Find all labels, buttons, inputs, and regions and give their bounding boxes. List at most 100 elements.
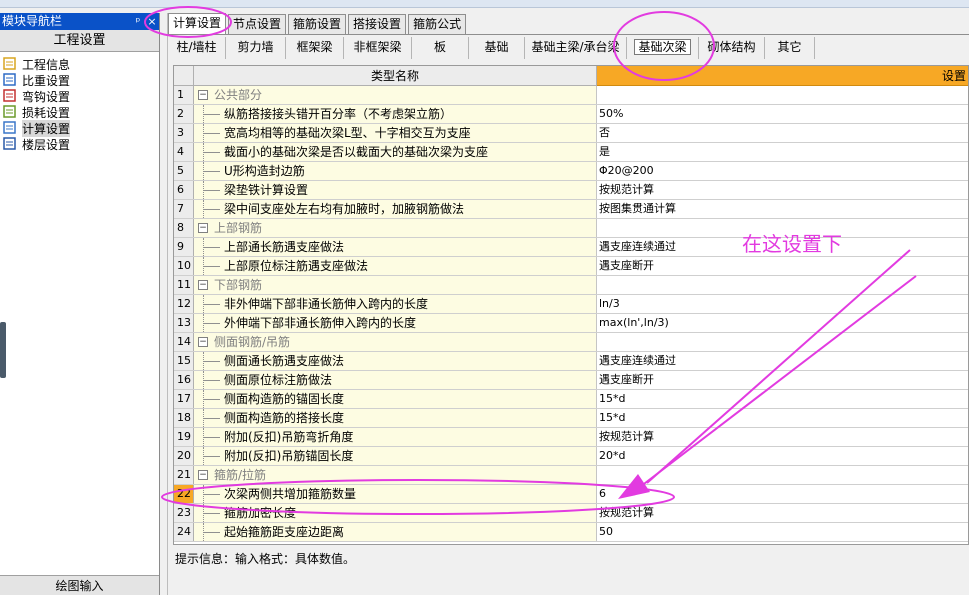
pin-icon[interactable]: ᵖ [131,13,145,30]
row-setting-value[interactable]: 遇支座连续通过 [597,352,968,370]
annotation-text: 在这设置下 [742,232,842,256]
row-setting-value[interactable]: 是 [597,143,968,161]
row-setting-value[interactable]: 按规范计算 [597,504,968,522]
top-tab[interactable]: 计算设置 [168,13,227,35]
collapse-icon[interactable]: − [198,470,208,480]
row-setting-value[interactable]: 遇支座断开 [597,371,968,389]
table-row[interactable]: 6 梁垫铁计算设置 按规范计算 [174,181,968,200]
table-row[interactable]: 3 宽高均相等的基础次梁L型、十字相交互为支座 否 [174,124,968,143]
table-row[interactable]: 7 梁中间支座处左右均有加腋时，加腋钢筋做法 按图集贯通计算 [174,200,968,219]
table-row[interactable]: 15 侧面通长筋遇支座做法 遇支座连续通过 [174,352,968,371]
table-row[interactable]: 9 上部通长筋遇支座做法 遇支座连续通过 [174,238,968,257]
sub-tab[interactable]: 剪力墙 [226,37,286,59]
table-row[interactable]: 24 起始箍筋距支座边距离 50 [174,523,968,542]
table-row[interactable]: 13 外伸端下部非通长筋伸入跨内的长度 max(ln',ln/3) [174,314,968,333]
row-setting-value[interactable]: 20*d [597,447,968,465]
sub-tab[interactable]: 基础次梁 [627,37,699,59]
sub-tab[interactable]: 非框架梁 [344,37,412,59]
close-icon[interactable]: × [145,13,159,30]
sub-tab[interactable]: 板 [412,37,469,59]
nav-item[interactable]: 楼层设置 [0,136,159,152]
row-setting-value[interactable]: ln/3 [597,295,968,313]
row-type-name: 箍筋加密长度 [194,504,597,522]
row-type-name: 次梁两侧共增加箍筋数量 [194,485,597,503]
table-row[interactable]: 1− 公共部分 [174,86,968,105]
sub-tab-label: 基础次梁 [634,39,691,55]
sub-tab[interactable]: 柱/墙柱 [168,37,226,59]
table-row[interactable]: 10 上部原位标注筋遇支座做法 遇支座断开 [174,257,968,276]
table-row[interactable]: 19 附加(反扣)吊筋弯折角度 按规范计算 [174,428,968,447]
row-setting-value[interactable] [597,333,968,351]
row-setting-value[interactable]: 遇支座断开 [597,257,968,275]
top-tab[interactable]: 箍筋公式 [408,14,467,35]
table-row[interactable]: 2 纵筋搭接接头错开百分率（不考虑架立筋） 50% [174,105,968,124]
row-setting-value[interactable]: 6 [597,485,968,503]
table-row[interactable]: 22 次梁两侧共增加箍筋数量 6 [174,485,968,504]
nav-item[interactable]: 计算设置 [0,119,159,137]
row-setting-value[interactable] [597,276,968,294]
top-tab[interactable]: 节点设置 [228,14,287,35]
table-row[interactable]: 20 附加(反扣)吊筋锚固长度 20*d [174,447,968,466]
collapse-icon[interactable]: − [198,337,208,347]
table-row[interactable]: 5 U形构造封边筋 Φ20@200 [174,162,968,181]
table-row[interactable]: 11− 下部钢筋 [174,276,968,295]
table-row[interactable]: 23 箍筋加密长度 按规范计算 [174,504,968,523]
tree-connector [203,124,221,142]
collapse-icon[interactable]: − [198,90,208,100]
row-number: 3 [174,124,194,142]
row-setting-value[interactable]: 15*d [597,409,968,427]
row-name-text: 侧面钢筋/吊筋 [214,335,291,349]
row-setting-value[interactable] [597,86,968,104]
row-setting-value[interactable]: 按规范计算 [597,181,968,199]
row-setting-value[interactable] [597,466,968,484]
sub-tab[interactable]: 其它 [765,37,815,59]
collapse-icon[interactable]: − [198,280,208,290]
table-row[interactable]: 16 侧面原位标注筋做法 遇支座断开 [174,371,968,390]
nav-section-header[interactable]: 工程设置 [0,30,159,52]
row-number: 24 [174,523,194,541]
row-setting-value[interactable]: 50% [597,105,968,123]
nav-title: 模块导航栏 [2,14,63,28]
splitter[interactable] [160,13,168,595]
row-setting-value[interactable]: 15*d [597,390,968,408]
row-setting-value[interactable]: max(ln',ln/3) [597,314,968,332]
nav-item[interactable]: 比重设置 [0,72,159,88]
row-number: 15 [174,352,194,370]
table-row[interactable]: 12 非外伸端下部非通长筋伸入跨内的长度 ln/3 [174,295,968,314]
table-row[interactable]: 8− 上部钢筋 [174,219,968,238]
table-row[interactable]: 4 截面小的基础次梁是否以截面大的基础次梁为支座 是 [174,143,968,162]
nav-item[interactable]: 工程信息 [0,56,159,72]
row-type-name: 宽高均相等的基础次梁L型、十字相交互为支座 [194,124,597,142]
table-row[interactable]: 14− 侧面钢筋/吊筋 [174,333,968,352]
row-setting-value[interactable]: 否 [597,124,968,142]
tree-connector [203,181,221,199]
sub-tab[interactable]: 砌体结构 [699,37,765,59]
nav-item-label: 弯钩设置 [22,89,71,104]
row-type-name: 附加(反扣)吊筋弯折角度 [194,428,597,446]
top-tab[interactable]: 搭接设置 [348,14,407,35]
sub-tab[interactable]: 基础主梁/承台梁 [525,37,627,59]
top-tab[interactable]: 箍筋设置 [288,14,347,35]
tree-connector [203,352,221,370]
sub-tab[interactable]: 基础 [469,37,525,59]
collapse-icon[interactable]: − [198,223,208,233]
nav-item[interactable]: 损耗设置 [0,104,159,120]
table-row[interactable]: 18 侧面构造筋的搭接长度 15*d [174,409,968,428]
row-name-text: 附加(反扣)吊筋锚固长度 [224,449,354,463]
nav-item[interactable]: 弯钩设置 [0,88,159,104]
table-row[interactable]: 17 侧面构造筋的锚固长度 15*d [174,390,968,409]
row-setting-value[interactable]: 50 [597,523,968,541]
row-setting-value[interactable]: 按图集贯通计算 [597,200,968,218]
sub-tab[interactable]: 框架梁 [286,37,344,59]
row-setting-value[interactable]: 按规范计算 [597,428,968,446]
side-dock-handle[interactable] [0,322,6,378]
nav-footer-drawing-input[interactable]: 绘图输入 [0,575,159,595]
row-type-name: − 箍筋/拉筋 [194,466,597,484]
row-number: 4 [174,143,194,161]
row-number: 12 [174,295,194,313]
tree-connector [203,143,221,161]
hook-settings-icon [2,89,20,103]
table-row[interactable]: 21− 箍筋/拉筋 [174,466,968,485]
row-type-name: 侧面原位标注筋做法 [194,371,597,389]
row-setting-value[interactable]: Φ20@200 [597,162,968,180]
